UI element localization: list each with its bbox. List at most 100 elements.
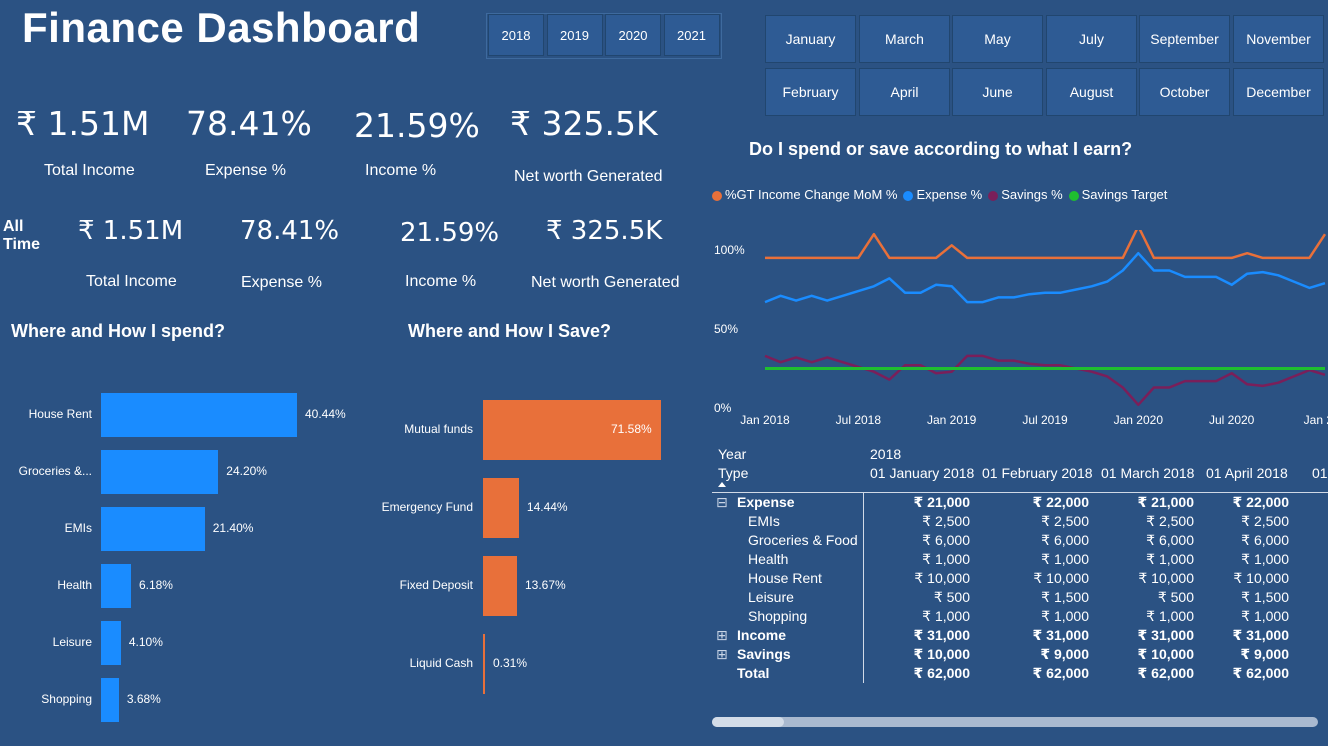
series-line-expense[interactable]: [764, 251, 1326, 304]
kpi-expense-pct-value: 78.41%: [186, 104, 312, 143]
save-bar[interactable]: [483, 634, 485, 694]
table-cell: ₹ 10,000: [913, 646, 970, 662]
year-button-2021[interactable]: 2021: [663, 14, 720, 56]
table-cell: ₹ 10,000: [1233, 570, 1289, 586]
x-tick-label: Jul 2018: [836, 413, 882, 427]
spend-bar[interactable]: [101, 564, 131, 608]
month-button-april[interactable]: April: [859, 68, 950, 116]
table-cell: ₹ 22,000: [1032, 494, 1089, 510]
month-button-february[interactable]: February: [765, 68, 856, 116]
save-bar[interactable]: [483, 556, 517, 616]
expand-icon[interactable]: ⊞: [716, 627, 728, 644]
save-bar-label: Liquid Cash: [409, 656, 473, 670]
spend-bar[interactable]: [101, 393, 297, 437]
all-time-label: All Time: [3, 218, 40, 254]
table-cell: ₹ 500: [933, 589, 970, 605]
table-cell: ₹ 10,000: [1138, 570, 1194, 586]
row-label: Health: [748, 551, 789, 567]
legend-label: Savings %: [1001, 187, 1063, 202]
table-cell: ₹ 10,000: [914, 570, 970, 586]
spend-bar-label: EMIs: [64, 521, 92, 535]
table-cell: ₹ 62,000: [1232, 665, 1289, 681]
kpi-total-income-label: Total Income: [44, 162, 135, 179]
spend-bar[interactable]: [101, 507, 205, 551]
table-cell: ₹ 9,000: [1040, 646, 1089, 662]
table-cell: ₹ 6,000: [1241, 532, 1289, 548]
spend-bar-value: 4.10%: [128, 635, 163, 649]
series-line-gt-income-change-mom[interactable]: [765, 230, 1327, 260]
column-header[interactable]: 01 April 2018: [1206, 465, 1288, 481]
spend-bar-value: 40.44%: [305, 407, 346, 421]
legend-dot-icon: [1068, 190, 1079, 201]
legend-dot-icon: [903, 190, 914, 201]
x-tick-label: Jan 2019: [927, 413, 977, 427]
table-cell: ₹ 10,000: [1033, 570, 1089, 586]
column-header[interactable]: 01 February 2018: [982, 465, 1093, 481]
row-label: Expense: [737, 494, 795, 510]
all-time-label-line2: Time: [3, 236, 41, 253]
spend-bar[interactable]: [101, 450, 219, 494]
month-button-november[interactable]: November: [1233, 15, 1324, 63]
save-chart-title: Where and How I Save?: [408, 321, 612, 341]
y-tick-label: 0%: [714, 401, 732, 415]
month-button-october[interactable]: October: [1139, 68, 1230, 116]
expand-icon[interactable]: ⊞: [716, 646, 728, 663]
alltime-expense-pct-value: 78.41%: [240, 216, 340, 246]
alltime-total-income-label: Total Income: [86, 273, 177, 290]
table-row: ⊟ Expense ₹ 21,000 ₹ 22,000 ₹ 21,000 ₹ 22,000: [712, 494, 1328, 513]
save-bar-value: 71.58%: [611, 422, 652, 436]
row-label: Groceries & Food: [748, 532, 858, 548]
table-cell: ₹ 62,000: [913, 665, 970, 681]
legend-label: Expense %: [916, 187, 983, 202]
table-row: Groceries & Food ₹ 6,000 ₹ 6,000 ₹ 6,000 ₹ 6…: [712, 532, 1328, 551]
kpi-net-worth-value: ₹ 325.5K: [510, 104, 658, 143]
month-button-july[interactable]: July: [1046, 15, 1137, 63]
table-header-year-row: Year 2018: [712, 446, 1328, 465]
save-bar[interactable]: [483, 478, 519, 538]
spend-bar-value: 6.18%: [138, 578, 173, 592]
table-cell: ₹ 2,500: [1241, 513, 1289, 529]
year-button-2019[interactable]: 2019: [546, 14, 603, 56]
month-button-december[interactable]: December: [1233, 68, 1324, 116]
all-time-label-line1: All: [3, 218, 24, 235]
series-line-savings[interactable]: [764, 354, 1326, 407]
legend-label: Savings Target: [1081, 187, 1168, 202]
year-button-2020[interactable]: 2020: [605, 14, 661, 56]
line-chart: 100% 50% 0% Jan 2018 Jul 2018 Jan 2019 Jul 201…: [714, 230, 1328, 427]
table-cell: ₹ 1,500: [1041, 589, 1089, 605]
table-cell: ₹ 31,000: [1032, 627, 1089, 643]
table-cell: ₹ 1,000: [1041, 608, 1089, 624]
month-button-june[interactable]: June: [952, 68, 1043, 116]
column-header[interactable]: 01 January 2018: [870, 465, 974, 481]
month-button-march[interactable]: March: [859, 15, 950, 63]
table-row: Leisure ₹ 500 ₹ 1,500 ₹ 500 ₹ 1,500: [712, 589, 1328, 608]
table-cell: ₹ 1,000: [922, 608, 970, 624]
spend-bar[interactable]: [101, 678, 119, 722]
collapse-icon[interactable]: ⊟: [716, 494, 728, 511]
save-bar-value: 13.67%: [524, 578, 566, 592]
y-tick-label: 50%: [714, 322, 738, 336]
table-cell: ₹ 62,000: [1032, 665, 1089, 681]
legend-item: %GT Income Change MoM %: [712, 187, 897, 202]
table-cell: ₹ 1,000: [1241, 551, 1289, 567]
year-header-value: 2018: [870, 446, 902, 462]
spend-bar[interactable]: [101, 621, 121, 665]
table-cell: ₹ 21,000: [1137, 494, 1194, 510]
column-header[interactable]: 01: [1312, 465, 1328, 481]
row-label: EMIs: [748, 513, 780, 529]
column-header[interactable]: 01 March 2018: [1101, 465, 1194, 481]
year-button-2018[interactable]: 2018: [488, 14, 544, 56]
sort-ascending-icon[interactable]: [718, 482, 726, 487]
spend-bar-value: 24.20%: [226, 464, 267, 478]
table-row: EMIs ₹ 2,500 ₹ 2,500 ₹ 2,500 ₹ 2,500: [712, 513, 1328, 532]
legend-dot-icon: [712, 190, 722, 201]
table-horizontal-scrollbar[interactable]: [712, 717, 1318, 727]
month-button-august[interactable]: August: [1046, 68, 1137, 116]
month-button-september[interactable]: September: [1139, 15, 1230, 63]
table-cell: ₹ 31,000: [1137, 627, 1194, 643]
month-button-may[interactable]: May: [952, 15, 1043, 63]
table-scrollbar-thumb[interactable]: [712, 717, 784, 727]
spend-bar-label: House Rent: [28, 407, 92, 421]
month-button-january[interactable]: January: [765, 15, 856, 63]
legend-label: %GT Income Change MoM %: [725, 187, 898, 202]
